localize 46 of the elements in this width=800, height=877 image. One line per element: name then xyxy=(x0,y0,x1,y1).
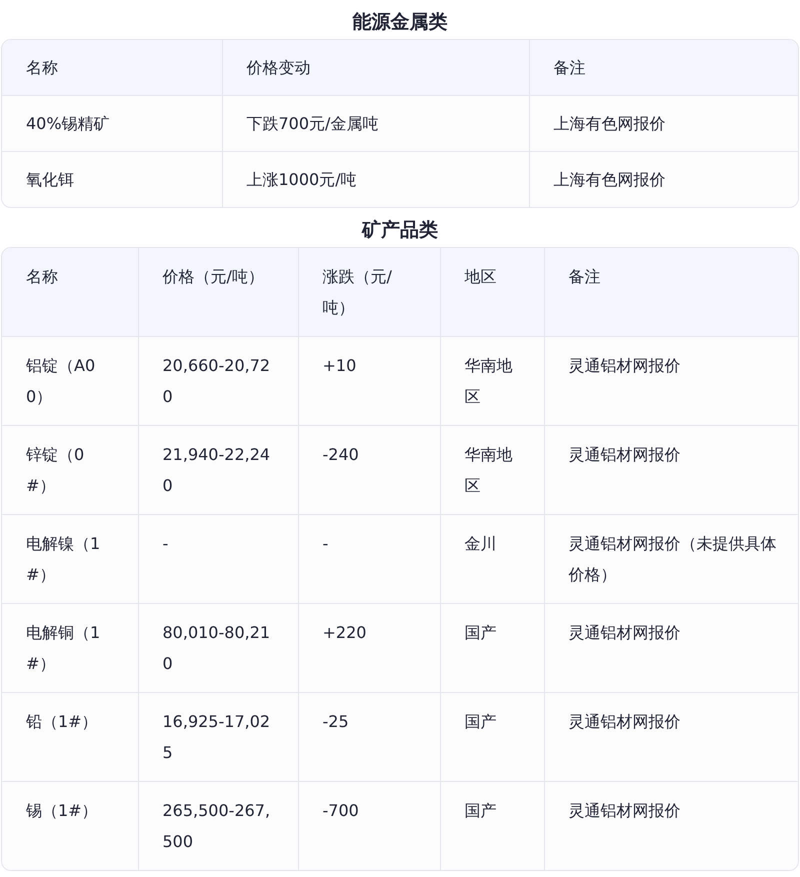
table-cell: 华南地区 xyxy=(440,336,544,426)
table-cell: 灵通铝材网报价 xyxy=(544,336,798,426)
table-cell: 16,925-17,025 xyxy=(138,692,298,782)
table-cell: 国产 xyxy=(440,692,544,782)
column-header: 名称 xyxy=(2,40,222,96)
table-cell: +220 xyxy=(298,604,440,692)
table-cell: 20,660-20,720 xyxy=(138,336,298,426)
column-header: 名称 xyxy=(2,248,138,336)
table-cell: +10 xyxy=(298,336,440,426)
table-cell: 265,500-267,500 xyxy=(138,782,298,870)
table-title: 能源金属类 xyxy=(352,10,448,35)
table-cell: 上涨1000元/吨 xyxy=(222,152,529,207)
column-header: 价格变动 xyxy=(222,40,529,96)
table-cell: 灵通铝材网报价 xyxy=(544,782,798,870)
table-cell: 华南地区 xyxy=(440,426,544,514)
table-cell: - xyxy=(298,514,440,604)
table-cell: 国产 xyxy=(440,782,544,870)
table-cell: 铝锭（A00） xyxy=(2,336,138,426)
table-cell: 灵通铝材网报价 xyxy=(544,604,798,692)
table-cell: 锌锭（0#） xyxy=(2,426,138,514)
table-cell: 国产 xyxy=(440,604,544,692)
table-cell: 80,010-80,210 xyxy=(138,604,298,692)
table-cell: 电解铜（1#） xyxy=(2,604,138,692)
table-title: 矿产品类 xyxy=(360,218,439,243)
table-cell: 金川 xyxy=(440,514,544,604)
table-cell: -25 xyxy=(298,692,440,782)
table-cell: 氧化铒 xyxy=(2,152,222,207)
column-header: 备注 xyxy=(544,248,798,336)
table-cell: 灵通铝材网报价 xyxy=(544,692,798,782)
table-cell: 上海有色网报价 xyxy=(529,96,798,152)
column-header: 涨跌（元/吨） xyxy=(298,248,440,336)
column-header: 地区 xyxy=(440,248,544,336)
table-cell: 锡（1#） xyxy=(2,782,138,870)
table-cell: 21,940-22,240 xyxy=(138,426,298,514)
table-cell: 铅（1#） xyxy=(2,692,138,782)
table-cell: 灵通铝材网报价（未提供具体价格） xyxy=(544,514,798,604)
table-cell: -700 xyxy=(298,782,440,870)
table-cell: 灵通铝材网报价 xyxy=(544,426,798,514)
table-cell: 40%锡精矿 xyxy=(2,96,222,152)
column-header: 价格（元/吨） xyxy=(138,248,298,336)
table-cell: -240 xyxy=(298,426,440,514)
table-cell: 下跌700元/金属吨 xyxy=(222,96,529,152)
column-header: 备注 xyxy=(529,40,798,96)
table-cell: 电解镍（1#） xyxy=(2,514,138,604)
table-cell: - xyxy=(138,514,298,604)
table-cell: 上海有色网报价 xyxy=(529,152,798,207)
